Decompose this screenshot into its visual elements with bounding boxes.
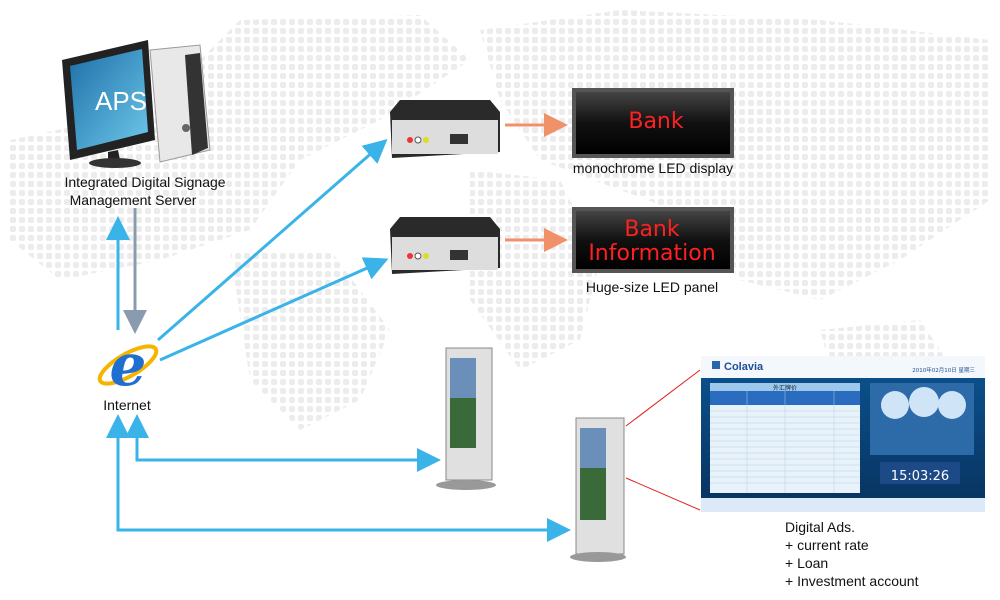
arrow-to-kiosk-2: [116, 420, 571, 542]
ads-table-title: 外汇牌价: [773, 384, 797, 392]
huge-led-panel: Bank Information: [572, 207, 734, 273]
arrow-to-kiosk-1: [135, 420, 441, 472]
led-display-label: monochrome LED display: [573, 160, 733, 176]
server-label-line2: Management Server: [70, 192, 197, 208]
led-display-text: Bank: [628, 109, 684, 134]
led-panel-text-line2: Information: [588, 241, 715, 266]
led-panel-label: Huge-size LED panel: [586, 279, 718, 295]
media-player-1: [390, 100, 500, 158]
callout-line-bottom: [625, 477, 701, 511]
server-screen-text: APS: [95, 86, 147, 116]
svg-text:e: e: [110, 331, 147, 399]
ads-date: 2010年02月10日 星期三: [912, 366, 975, 374]
internet-label: Internet: [103, 397, 151, 413]
ads-label-title: Digital Ads.: [785, 519, 855, 535]
ads-label-item: + Loan: [785, 555, 828, 571]
monochrome-led-display: Bank: [572, 88, 734, 158]
server-label-line1: Integrated Digital Signage: [64, 174, 225, 190]
internet-explorer-icon: e: [97, 331, 159, 399]
ads-clock: 15:03:26: [891, 469, 949, 484]
led-panel-text-line1: Bank: [624, 217, 680, 242]
kiosk-1: [436, 347, 496, 490]
callout-line-top: [625, 369, 701, 427]
digital-ads-screen: Colavia 2010年02月10日 星期三 外汇牌价 15:03:26: [701, 356, 985, 512]
ads-label-item: + current rate: [785, 537, 869, 553]
signage-diagram: APS Integrated Digital Signage Managemen…: [10, 10, 990, 589]
kiosk-2: [570, 417, 626, 562]
ads-brand: Colavia: [724, 361, 764, 373]
media-player-2: [390, 217, 500, 274]
ads-label-item: + Investment account: [785, 573, 919, 589]
